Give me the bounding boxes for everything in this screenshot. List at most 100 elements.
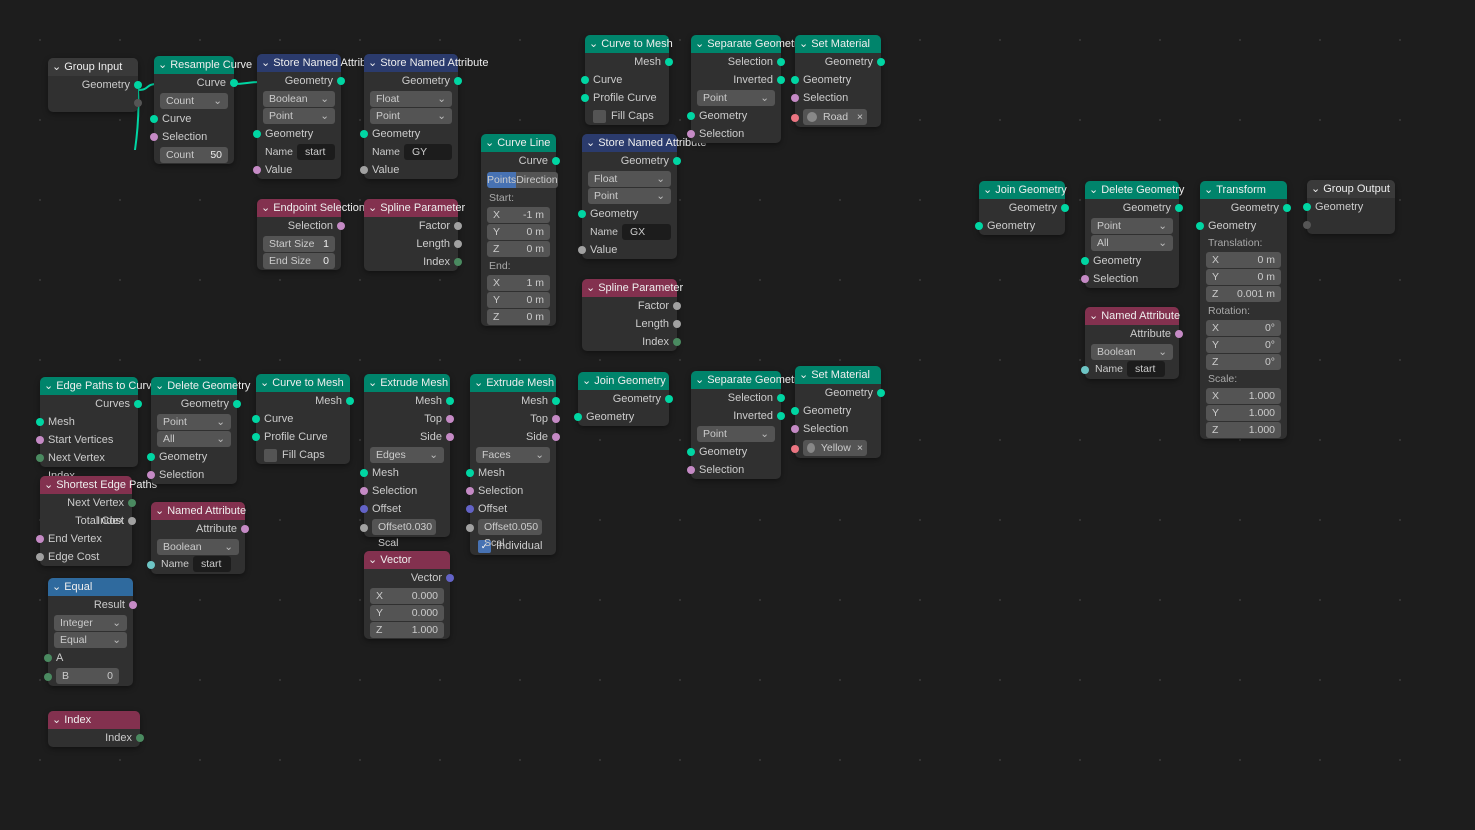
node-header[interactable]: ⌄Index <box>48 711 140 729</box>
node-edge-paths-to-curves[interactable]: ⌄Edge Paths to Curves Curves Mesh Start … <box>40 377 138 467</box>
node-delete-geometry[interactable]: ⌄Delete Geometry Geometry Point All Geom… <box>1085 181 1179 288</box>
node-header[interactable]: ⌄Curve to Mesh <box>256 374 350 392</box>
input-count[interactable]: Count50 <box>160 147 228 163</box>
node-header[interactable]: ⌄Group Input <box>48 58 138 76</box>
material-chip[interactable]: Yellow× <box>803 440 867 456</box>
node-curve-line[interactable]: ⌄Curve Line Curve PointsDirection Start:… <box>481 134 556 326</box>
node-header[interactable]: ⌄Edge Paths to Curves <box>40 377 138 395</box>
node-store-named-attribute[interactable]: ⌄Store Named Attribute Geometry Boolean … <box>257 54 341 179</box>
node-transform[interactable]: ⌄Transform Geometry Geometry Translation… <box>1200 181 1287 439</box>
dropdown-mode[interactable]: Edges <box>370 447 444 463</box>
input-offset-scale[interactable]: Offset Scal0.050 <box>478 519 542 535</box>
dropdown-domain[interactable]: Point <box>697 90 775 106</box>
node-header[interactable]: ⌄Delete Geometry <box>151 377 237 395</box>
node-curve-to-mesh[interactable]: ⌄Curve to Mesh Mesh Curve Profile Curve … <box>585 35 669 125</box>
node-header[interactable]: ⌄Transform <box>1200 181 1287 199</box>
dropdown-type[interactable]: Boolean <box>157 539 239 555</box>
input-offset-scale[interactable]: Offset Scal0.030 <box>372 519 436 535</box>
node-resample-curve[interactable]: ⌄Resample Curve Curve Count Curve Select… <box>154 56 234 164</box>
node-header[interactable]: ⌄Spline Parameter <box>582 279 677 297</box>
node-header[interactable]: ⌄Join Geometry <box>578 372 669 390</box>
node-header[interactable]: ⌄Shortest Edge Paths <box>40 476 132 494</box>
checkbox-individual[interactable]: ✓Individual <box>470 537 556 555</box>
node-header[interactable]: ⌄Vector <box>364 551 450 569</box>
node-group-output[interactable]: ⌄Group Output Geometry <box>1307 180 1395 234</box>
node-vector[interactable]: ⌄Vector Vector X0.000 Y0.000 Z1.000 <box>364 551 450 639</box>
node-header[interactable]: ⌄Set Material <box>795 35 881 53</box>
dropdown-mode[interactable]: All <box>1091 235 1173 251</box>
node-curve-to-mesh[interactable]: ⌄Curve to Mesh Mesh Curve Profile Curve … <box>256 374 350 464</box>
node-header[interactable]: ⌄Group Output <box>1307 180 1395 198</box>
node-header[interactable]: ⌄Join Geometry <box>979 181 1065 199</box>
node-header[interactable]: ⌄Equal <box>48 578 133 596</box>
dropdown-type[interactable]: Boolean <box>263 91 335 107</box>
dropdown-mode[interactable]: All <box>157 431 231 447</box>
dropdown-domain[interactable]: Point <box>370 108 452 124</box>
node-store-named-attribute[interactable]: ⌄Store Named Attribute Geometry Float Po… <box>582 134 677 259</box>
dropdown-type[interactable]: Float <box>370 91 452 107</box>
dropdown-domain[interactable]: Point <box>263 108 335 124</box>
node-header[interactable]: ⌄Named Attribute <box>151 502 245 520</box>
node-header[interactable]: ⌄Extrude Mesh <box>364 374 450 392</box>
node-header[interactable]: ⌄Set Material <box>795 366 881 384</box>
close-icon[interactable]: × <box>857 108 863 126</box>
node-header[interactable]: ⌄Named Attribute <box>1085 307 1179 325</box>
dropdown-type[interactable]: Integer <box>54 615 127 631</box>
node-equal[interactable]: ⌄Equal Result Integer Equal A B0 <box>48 578 133 686</box>
dropdown-domain[interactable]: Point <box>1091 218 1173 234</box>
input-start-size[interactable]: Start Size1 <box>263 236 335 252</box>
node-spline-parameter[interactable]: ⌄Spline Parameter Factor Length Index <box>582 279 677 351</box>
dropdown-operation[interactable]: Equal <box>54 632 127 648</box>
checkbox-fill-caps[interactable]: Fill Caps <box>256 446 350 464</box>
input-b[interactable]: B0 <box>56 668 119 684</box>
socket-factor-out: Factor <box>582 297 677 315</box>
dropdown-domain[interactable]: Point <box>697 426 775 442</box>
node-spline-parameter[interactable]: ⌄Spline Parameter Factor Length Index <box>364 199 458 271</box>
node-header[interactable]: ⌄Curve Line <box>481 134 556 152</box>
node-header[interactable]: ⌄Store Named Attribute <box>582 134 677 152</box>
input-name[interactable]: start <box>297 144 335 160</box>
node-join-geometry[interactable]: ⌄Join Geometry Geometry Geometry <box>578 372 669 426</box>
node-separate-geometry[interactable]: ⌄Separate Geometry Selection Inverted Po… <box>691 371 781 479</box>
toggle-mode[interactable]: PointsDirection <box>487 172 550 188</box>
node-header[interactable]: ⌄Curve to Mesh <box>585 35 669 53</box>
node-named-attribute[interactable]: ⌄Named Attribute Attribute Boolean Names… <box>1085 307 1179 379</box>
input-name[interactable]: GX <box>622 224 671 240</box>
input-end-size[interactable]: End Size0 <box>263 253 335 269</box>
node-endpoint-selection[interactable]: ⌄Endpoint Selection Selection Start Size… <box>257 199 341 270</box>
node-extrude-mesh[interactable]: ⌄Extrude Mesh Mesh Top Side Edges Mesh S… <box>364 374 450 537</box>
dropdown-domain[interactable]: Point <box>157 414 231 430</box>
node-index[interactable]: ⌄Index Index <box>48 711 140 747</box>
node-store-named-attribute[interactable]: ⌄Store Named Attribute Geometry Float Po… <box>364 54 458 179</box>
node-header[interactable]: ⌄Store Named Attribute <box>257 54 341 72</box>
input-name[interactable]: GY <box>404 144 452 160</box>
socket-geometry-out: Geometry <box>1085 199 1179 217</box>
dropdown-mode[interactable]: Count <box>160 93 228 109</box>
node-named-attribute[interactable]: ⌄Named Attribute Attribute Boolean Names… <box>151 502 245 574</box>
node-header[interactable]: ⌄Spline Parameter <box>364 199 458 217</box>
dropdown-mode[interactable]: Faces <box>476 447 550 463</box>
node-shortest-edge-paths[interactable]: ⌄Shortest Edge Paths Next Vertex Index T… <box>40 476 132 566</box>
node-header[interactable]: ⌄Separate Geometry <box>691 371 781 389</box>
node-header[interactable]: ⌄Resample Curve <box>154 56 234 74</box>
dropdown-type[interactable]: Float <box>588 171 671 187</box>
checkbox-fill-caps[interactable]: Fill Caps <box>585 107 669 125</box>
node-set-material[interactable]: ⌄Set Material Geometry Geometry Selectio… <box>795 35 881 127</box>
node-header[interactable]: ⌄Separate Geometry <box>691 35 781 53</box>
node-extrude-mesh[interactable]: ⌄Extrude Mesh Mesh Top Side Faces Mesh S… <box>470 374 556 555</box>
node-join-geometry[interactable]: ⌄Join Geometry Geometry Geometry <box>979 181 1065 235</box>
node-header[interactable]: ⌄Store Named Attribute <box>364 54 458 72</box>
node-header[interactable]: ⌄Endpoint Selection <box>257 199 341 217</box>
node-separate-geometry[interactable]: ⌄Separate Geometry Selection Inverted Po… <box>691 35 781 143</box>
material-chip[interactable]: Road× <box>803 109 867 125</box>
input-name[interactable]: start <box>193 556 231 572</box>
node-header[interactable]: ⌄Extrude Mesh <box>470 374 556 392</box>
node-group-input[interactable]: ⌄Group Input Geometry <box>48 58 138 112</box>
close-icon[interactable]: × <box>857 439 863 457</box>
node-delete-geometry[interactable]: ⌄Delete Geometry Geometry Point All Geom… <box>151 377 237 484</box>
input-name[interactable]: start <box>1127 361 1165 377</box>
dropdown-type[interactable]: Boolean <box>1091 344 1173 360</box>
node-header[interactable]: ⌄Delete Geometry <box>1085 181 1179 199</box>
node-set-material[interactable]: ⌄Set Material Geometry Geometry Selectio… <box>795 366 881 458</box>
dropdown-domain[interactable]: Point <box>588 188 671 204</box>
